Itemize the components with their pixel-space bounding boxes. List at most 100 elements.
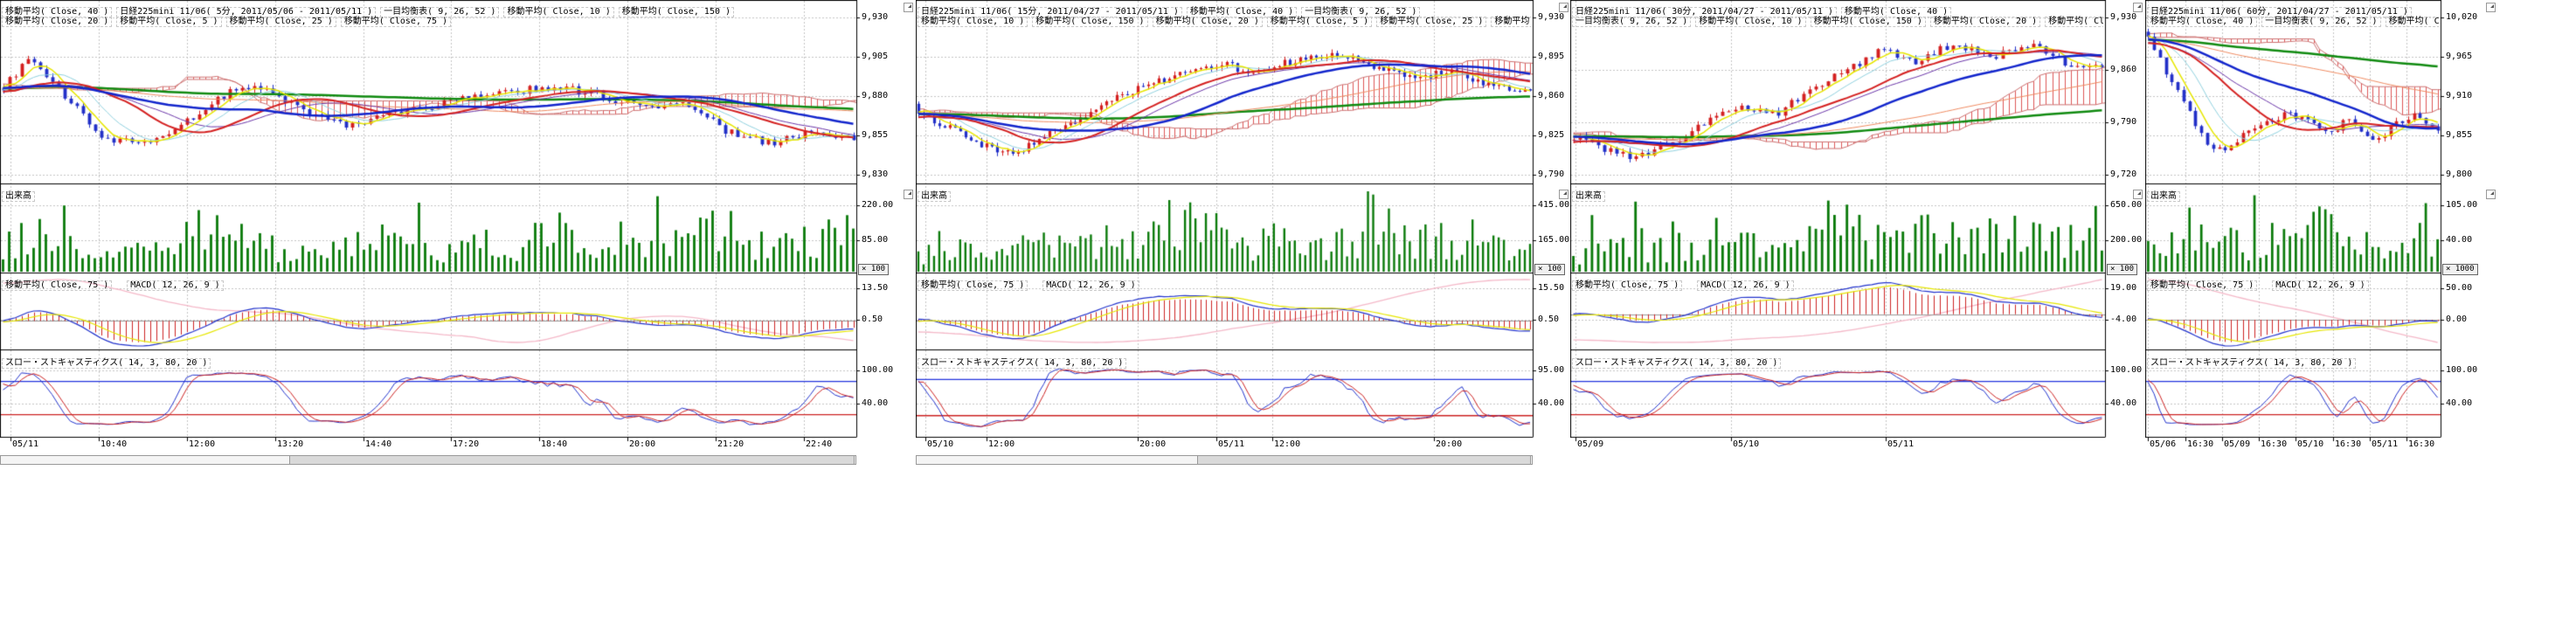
price-axis-tick: 9,720	[2110, 170, 2136, 179]
indicator-legend-chip: 移動平均( Close, 5 )	[1267, 17, 1372, 27]
pane-expand-icon[interactable]	[904, 190, 913, 199]
chart-panel-4: 日経225mini 11/06( 60分, 2011/04/27 - 2011/…	[2145, 0, 2496, 476]
indicator-legend-chip: 移動平均( Close, 5 )	[116, 17, 221, 27]
macd-params-label: MACD( 12, 26, 9 )	[1042, 280, 1139, 291]
indicator-legend-chip: 移動平均( Close, 75 )	[1491, 17, 1531, 27]
volume-pane-label-text: 出来高	[2, 191, 35, 202]
price-axis-tick: 9,825	[1538, 131, 1564, 140]
stoch-pane-label-text: スロー・ストキャスティクス( 14, 3, 80, 20 )	[1572, 358, 1781, 369]
pane-expand-arrow-icon	[2137, 191, 2141, 195]
indicator-legend-chip: 移動平均( Close, 25 )	[226, 17, 336, 27]
price-axis-tick: 9,905	[862, 52, 888, 61]
price-axis-tick: 9,860	[2110, 66, 2136, 74]
price-axis-tick: 9,855	[862, 131, 888, 140]
price-axis-tick: 9,930	[2110, 13, 2136, 22]
panel-2-chart-canvas[interactable]	[916, 0, 1569, 472]
time-axis-label: 05/10	[2297, 440, 2323, 449]
indicator-legend-chip: 移動平均( Close, 150 )	[1811, 17, 1926, 27]
volume-axis-tick: 415.00	[1538, 201, 1569, 210]
pane-expand-icon[interactable]	[2133, 190, 2143, 199]
pane-expand-icon[interactable]	[2133, 3, 2143, 12]
stoch-axis-tick: 100.00	[2110, 366, 2142, 375]
chart-panel-2: 日経225mini 11/06( 15分, 2011/04/27 - 2011/…	[916, 0, 1569, 476]
trading-charts-workspace: 移動平均( Close, 40 )日経225mini 11/06( 5分, 20…	[0, 0, 2576, 643]
indicator-legend-chip: 移動平均( Close, 20 )	[2, 17, 112, 27]
macd-params-label: MACD( 12, 26, 9 )	[127, 280, 223, 291]
stoch-axis-tick: 40.00	[2110, 399, 2136, 408]
pane-expand-icon[interactable]	[904, 3, 913, 12]
pane-expand-icon[interactable]	[2486, 190, 2496, 199]
volume-pane-label-text: 出来高	[2147, 191, 2180, 202]
pane-expand-arrow-icon	[908, 191, 911, 195]
time-axis-label: 20:00	[1139, 440, 1166, 449]
panel-4-chart-canvas[interactable]	[2145, 0, 2496, 472]
stoch-pane-label: スロー・ストキャスティクス( 14, 3, 80, 20 )	[1572, 352, 1785, 369]
pane-expand-icon[interactable]	[2486, 3, 2496, 12]
time-axis-label: 22:40	[806, 440, 832, 449]
pane-expand-icon[interactable]	[1559, 190, 1568, 199]
price-axis-tick: 9,910	[2446, 92, 2472, 100]
stoch-axis-tick: 100.00	[862, 366, 893, 375]
price-axis-tick: 9,930	[1538, 13, 1564, 22]
indicator-legend-chip: 移動平均( Close, 5 )	[2045, 17, 2103, 27]
panel-1-chart-canvas[interactable]	[0, 0, 914, 472]
volume-pane-label: 出来高	[1572, 185, 1610, 202]
pane-expand-arrow-icon	[908, 4, 911, 8]
volume-axis-tick: 85.00	[862, 236, 888, 245]
indicator-legend-chip: 一目均衡表( 9, 26, 52 )	[2261, 17, 2380, 27]
panel-1-header-row2: 移動平均( Close, 20 ) 移動平均( Close, 5 ) 移動平均( C…	[2, 10, 855, 27]
volume-pane-label: 出来高	[918, 185, 955, 202]
scrollbar-thumb[interactable]	[1197, 456, 1531, 464]
time-axis-label: 18:40	[541, 440, 567, 449]
time-axis-label: 20:00	[1436, 440, 1462, 449]
panel-4-header-row2: 移動平均( Close, 40 )一目均衡表( 9, 26, 52 )移動平均(…	[2147, 10, 2439, 27]
time-axis-label: 16:30	[2261, 440, 2287, 449]
chart-panel-1: 移動平均( Close, 40 )日経225mini 11/06( 5分, 20…	[0, 0, 914, 476]
volume-axis-tick: 200.00	[2110, 236, 2142, 245]
volume-axis-tick: 650.00	[2110, 201, 2142, 210]
time-axis-label: 05/06	[2150, 440, 2176, 449]
volume-axis-tick: 220.00	[862, 201, 893, 210]
volume-unit-badge: × 100	[858, 264, 889, 275]
stoch-pane-label-text: スロー・ストキャスティクス( 14, 3, 80, 20 )	[918, 358, 1126, 369]
macd-ma-label: 移動平均( Close, 75 )	[2, 280, 112, 291]
time-axis-label: 12:00	[1274, 440, 1300, 449]
indicator-legend-chip: 移動平均( Close, 10 )	[918, 17, 1028, 27]
pane-expand-arrow-icon	[2490, 191, 2494, 195]
scrollbar-thumb[interactable]	[289, 456, 855, 464]
macd-axis-tick: 50.00	[2446, 284, 2472, 293]
time-axis-label: 05/11	[1887, 440, 1914, 449]
time-axis-label: 16:30	[2408, 440, 2434, 449]
macd-ma-label: 移動平均( Close, 75 )	[918, 280, 1028, 291]
macd-ma-label: 移動平均( Close, 75 )	[2147, 280, 2257, 291]
indicator-legend-chip: 移動平均( Close, 25 )	[1376, 17, 1486, 27]
indicator-legend-chip: 移動平均( Close, 10 )	[1695, 17, 1805, 27]
macd-axis-tick: 15.50	[1538, 284, 1564, 293]
volume-pane-label: 出来高	[2, 185, 39, 202]
price-axis-tick: 9,855	[2446, 131, 2472, 140]
indicator-legend-chip: 移動平均( Close, 150 )	[1032, 17, 1147, 27]
chart-horizontal-scrollbar[interactable]	[916, 455, 1533, 465]
stoch-pane-label: スロー・ストキャスティクス( 14, 3, 80, 20 )	[2, 352, 215, 369]
pane-expand-arrow-icon	[1563, 4, 1567, 8]
time-axis-label: 16:30	[2187, 440, 2213, 449]
stoch-pane-label-text: スロー・ストキャスティクス( 14, 3, 80, 20 )	[2, 358, 211, 369]
stoch-pane-label: スロー・ストキャスティクス( 14, 3, 80, 20 )	[2147, 352, 2360, 369]
volume-axis-tick: 165.00	[1538, 236, 1569, 245]
price-axis-tick: 9,860	[1538, 92, 1564, 100]
panel-2-header-row2: 移動平均( Close, 10 ) 移動平均( Close, 150 ) 移動平均(…	[918, 10, 1531, 27]
stoch-pane-label: スロー・ストキャスティクス( 14, 3, 80, 20 )	[918, 352, 1131, 369]
volume-pane-label-text: 出来高	[918, 191, 951, 202]
pane-expand-icon[interactable]	[1559, 3, 1568, 12]
time-axis-label: 05/11	[2372, 440, 2398, 449]
price-axis-tick: 10,020	[2446, 13, 2477, 22]
time-axis-label: 16:30	[2335, 440, 2361, 449]
pane-expand-arrow-icon	[1563, 191, 1567, 195]
panel-3-chart-canvas[interactable]	[1570, 0, 2143, 472]
time-axis-label: 14:40	[365, 440, 391, 449]
time-axis-label: 05/11	[1218, 440, 1244, 449]
price-axis-tick: 9,830	[862, 170, 888, 179]
time-axis-label: 05/11	[12, 440, 38, 449]
chart-horizontal-scrollbar[interactable]	[0, 455, 856, 465]
macd-axis-tick: 0.50	[1538, 315, 1559, 324]
